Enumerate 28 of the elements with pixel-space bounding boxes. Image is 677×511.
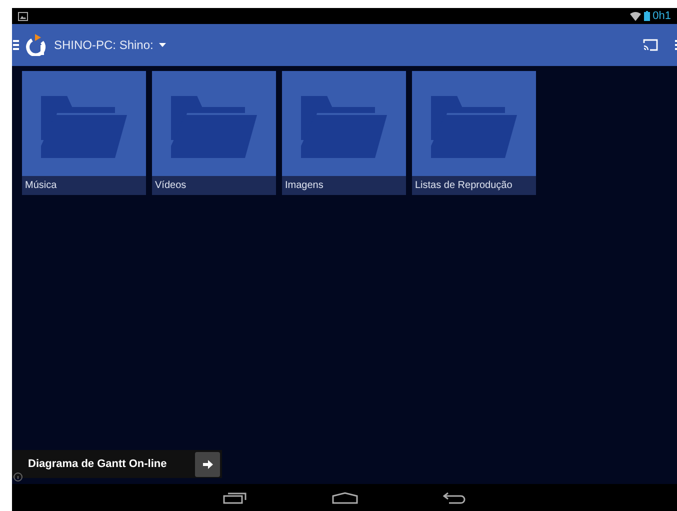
folder-icon	[301, 96, 387, 158]
arrow-button[interactable]	[195, 452, 220, 476]
menu-icon[interactable]	[13, 40, 19, 50]
folder-tile[interactable]: Listas de Reprodução	[412, 71, 536, 195]
server-dropdown[interactable]: SHINO-PC: Shino:	[54, 36, 166, 54]
folder-icon	[41, 96, 127, 158]
recents-icon[interactable]	[222, 492, 246, 504]
folder-tile[interactable]: Música	[22, 71, 146, 195]
folder-label: Imagens	[282, 176, 406, 195]
info-icon[interactable]	[13, 472, 23, 482]
folder-label: Vídeos	[152, 176, 276, 195]
ad-text: Diagrama de Gantt On-line	[28, 456, 167, 472]
folder-label: Música	[22, 176, 146, 195]
folder-tile[interactable]: Vídeos	[152, 71, 276, 195]
back-icon[interactable]	[442, 492, 466, 504]
app-logo-icon	[26, 34, 46, 56]
home-icon[interactable]	[332, 492, 358, 504]
arrow-icon	[202, 460, 212, 468]
cast-icon[interactable]	[643, 39, 658, 51]
wifi-icon	[630, 12, 641, 20]
battery-icon	[644, 11, 650, 21]
folder-icon	[171, 96, 257, 158]
caret-icon	[159, 43, 166, 47]
folder-icon	[431, 96, 517, 158]
folder-tile[interactable]: Imagens	[282, 71, 406, 195]
folder-label: Listas de Reprodução	[412, 176, 536, 195]
image-icon	[18, 12, 28, 20]
clock-text: 0h1	[652, 10, 671, 22]
